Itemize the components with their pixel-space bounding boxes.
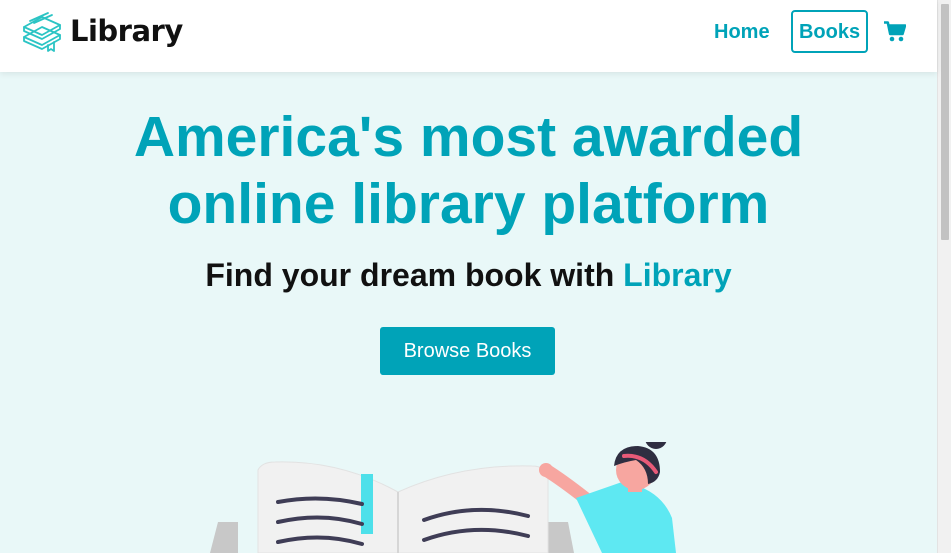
book-stand-left	[210, 522, 238, 553]
vertical-scrollbar[interactable]	[937, 0, 951, 553]
hero-subtitle-text: Find your dream book with	[205, 257, 624, 293]
person-reading-open-book-illustration	[210, 442, 676, 553]
nav-books-link[interactable]: Books	[791, 10, 868, 53]
hero-section: America's most awarded online library pl…	[0, 72, 937, 553]
person-body	[576, 482, 676, 553]
person-hair-bun	[645, 442, 667, 449]
nav-home-link[interactable]: Home	[714, 22, 770, 42]
hero-title-line1: America's most awarded	[133, 105, 804, 169]
shopping-cart-icon[interactable]	[884, 21, 906, 42]
scrollbar-thumb[interactable]	[941, 4, 949, 240]
person-hand	[539, 463, 553, 477]
hero-title-line2: online library platform	[167, 172, 770, 236]
hero-subtitle: Find your dream book with Library	[0, 257, 937, 294]
logo-link[interactable]: Library	[20, 9, 183, 53]
book-stand-right	[548, 522, 574, 553]
person-arm	[539, 463, 592, 505]
browse-books-button[interactable]: Browse Books	[380, 327, 555, 375]
hero-subtitle-brand: Library	[623, 257, 732, 293]
navbar: Library Home Books	[0, 0, 937, 72]
hero-title: America's most awarded online library pl…	[0, 104, 937, 238]
logo-text: Library	[70, 14, 183, 48]
page: Library Home Books America's most awarde…	[0, 0, 951, 553]
books-stack-icon	[23, 12, 61, 52]
